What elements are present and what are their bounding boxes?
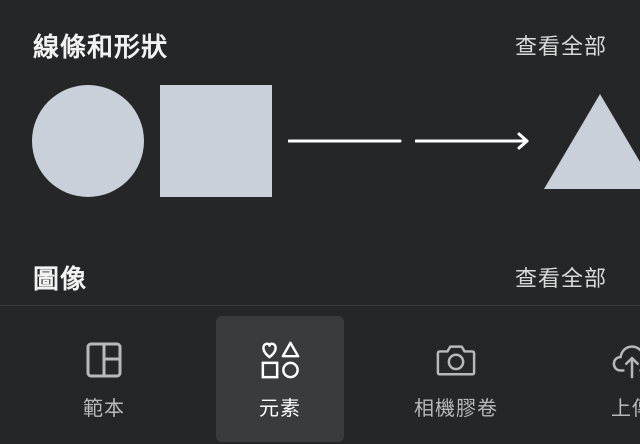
circle-shape[interactable] <box>32 85 144 197</box>
section-header-images: 圖像 查看全部 <box>33 257 607 297</box>
shapes-icon <box>260 340 300 380</box>
nav-item-templates[interactable]: 範本 <box>40 316 168 442</box>
bottom-nav: 範本 元素 相機膠卷 上傳 <box>0 306 640 444</box>
nav-item-elements[interactable]: 元素 <box>216 316 344 442</box>
see-all-lines-shapes-link[interactable]: 查看全部 <box>515 29 607 61</box>
section-header-lines-shapes: 線條和形狀 查看全部 <box>33 25 607 65</box>
triangle-shape[interactable] <box>544 94 640 190</box>
square-shape[interactable] <box>160 85 272 197</box>
section-title-lines-shapes: 線條和形狀 <box>33 32 169 63</box>
nav-label-uploads: 上傳 <box>611 396 640 420</box>
nav-label-templates: 範本 <box>83 396 125 420</box>
section-title-images: 圖像 <box>33 264 88 295</box>
line-shape[interactable] <box>288 130 402 152</box>
nav-item-camera-roll[interactable]: 相機膠卷 <box>392 316 520 442</box>
elements-panel: 線條和形狀 查看全部 圖像 查看全部 <box>0 0 640 305</box>
nav-item-uploads[interactable]: 上傳 <box>568 316 640 442</box>
arrow-line-shape[interactable] <box>415 130 531 152</box>
layout-icon <box>84 340 124 380</box>
shapes-row <box>0 80 640 206</box>
nav-label-camera-roll: 相機膠卷 <box>414 396 498 420</box>
cloud-upload-icon <box>612 340 640 380</box>
see-all-images-link[interactable]: 查看全部 <box>515 261 607 293</box>
camera-icon <box>436 340 476 380</box>
nav-label-elements: 元素 <box>259 396 301 420</box>
